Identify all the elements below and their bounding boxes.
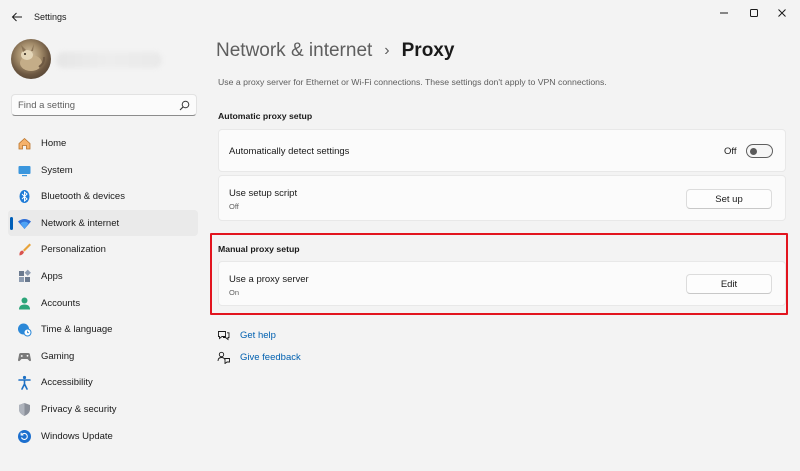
breadcrumb-parent[interactable]: Network & internet [216, 40, 372, 62]
feedback-icon [217, 351, 230, 364]
page-title: Proxy [401, 40, 455, 61]
sidebar-item-label: Accessibility [41, 377, 93, 389]
wifi-icon [18, 218, 31, 229]
sidebar-item-accounts[interactable]: Accounts [8, 290, 198, 317]
profile-name-redacted [56, 52, 162, 68]
sidebar-item-label: Bluetooth & devices [41, 191, 125, 203]
setup-script-status: Off [229, 202, 239, 211]
back-arrow-icon [11, 12, 22, 22]
close-button[interactable] [764, 4, 800, 22]
search-box[interactable] [11, 94, 197, 116]
highlight-annotation [210, 233, 788, 315]
sidebar-item-gaming[interactable]: Gaming [8, 343, 198, 370]
app-title: Settings [34, 12, 67, 22]
help-icon [218, 331, 230, 341]
sidebar-item-system[interactable]: System [8, 157, 198, 184]
avatar[interactable] [11, 39, 51, 79]
settings-window: Settings Find a setting Home System Blue… [0, 0, 800, 471]
back-button[interactable] [8, 8, 26, 26]
sidebar-item-label: Apps [41, 270, 63, 282]
apps-icon [19, 269, 31, 282]
sidebar-item-home[interactable]: Home [8, 130, 198, 157]
sidebar-item-label: Gaming [41, 350, 75, 362]
page-description: Use a proxy server for Ethernet or Wi-Fi… [218, 77, 607, 87]
brush-icon [19, 243, 31, 256]
auto-detect-label: Automatically detect settings [229, 146, 350, 157]
setup-script-card: Use setup script Off Set up [218, 175, 786, 221]
sidebar-item-label: Personalization [41, 244, 106, 256]
sidebar-item-bluetooth[interactable]: Bluetooth & devices [8, 183, 198, 210]
avatar-image-icon [20, 44, 46, 71]
sidebar-item-label: Privacy & security [41, 403, 117, 415]
sidebar-item-time-language[interactable]: Time & language [8, 316, 198, 343]
close-icon [778, 9, 786, 17]
maximize-icon [750, 9, 758, 17]
sidebar-item-label: Network & internet [41, 217, 120, 229]
sidebar-item-label: Home [41, 138, 67, 149]
auto-detect-card: Automatically detect settings Off [218, 129, 786, 172]
give-feedback-link[interactable]: Give feedback [217, 351, 301, 364]
auto-detect-toggle[interactable] [746, 144, 773, 158]
breadcrumb: Network & internet › Proxy [216, 38, 454, 64]
home-icon [18, 137, 31, 150]
breadcrumb-chevron-icon: › [384, 42, 390, 59]
set-up-button[interactable]: Set up [686, 189, 772, 209]
sidebar-item-accessibility[interactable]: Accessibility [8, 369, 198, 396]
sidebar-item-label: Accounts [41, 297, 81, 309]
accounts-icon [19, 297, 30, 310]
shield-icon [19, 402, 30, 416]
gamepad-icon [18, 352, 31, 361]
system-icon [18, 165, 31, 176]
sidebar-item-label: System [41, 164, 73, 176]
bluetooth-icon [19, 190, 30, 204]
minimize-icon [720, 12, 728, 14]
sidebar-item-windows-update[interactable]: Windows Update [8, 423, 198, 450]
sidebar-item-personalization[interactable]: Personalization [8, 236, 198, 263]
sidebar-item-label: Windows Update [41, 430, 113, 442]
get-help-link[interactable]: Get help [217, 329, 276, 342]
get-help-text[interactable]: Get help [240, 330, 276, 341]
auto-detect-state: Off [724, 146, 737, 157]
toggle-knob [750, 147, 757, 155]
give-feedback-text[interactable]: Give feedback [240, 352, 301, 363]
update-icon [18, 429, 31, 443]
sidebar-nav: Home System Bluetooth & devices Network … [8, 130, 198, 449]
sidebar-item-apps[interactable]: Apps [8, 263, 198, 290]
sidebar-item-network[interactable]: Network & internet [8, 209, 198, 237]
search-input[interactable] [18, 98, 168, 112]
setup-script-label: Use setup script [229, 188, 298, 199]
accessibility-icon [18, 376, 31, 391]
sidebar-item-label: Time & language [41, 324, 113, 336]
sidebar-item-privacy-security[interactable]: Privacy & security [8, 396, 198, 423]
automatic-proxy-section-title: Automatic proxy setup [218, 111, 313, 121]
title-bar: Settings [0, 0, 800, 34]
globe-clock-icon [18, 323, 32, 337]
search-icon[interactable] [179, 100, 190, 111]
